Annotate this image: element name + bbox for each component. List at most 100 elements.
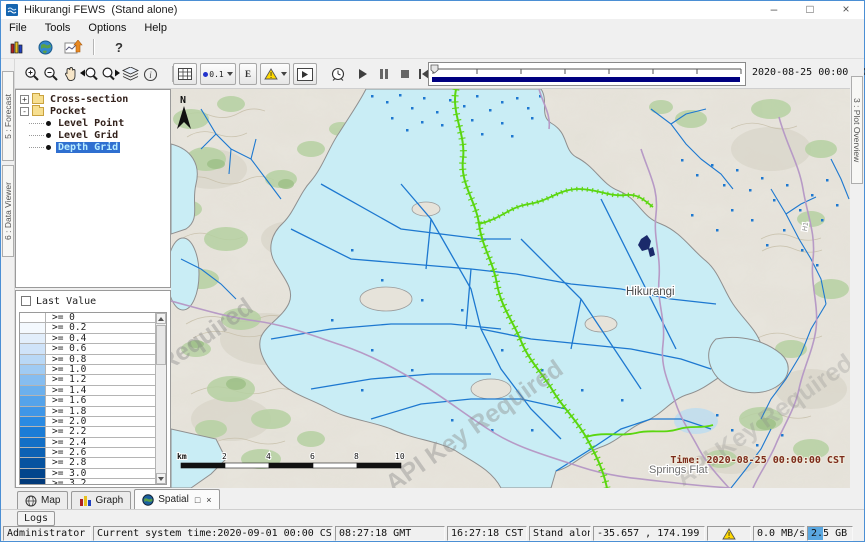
pan-hand-icon[interactable] <box>61 63 80 85</box>
data-explorer-icon[interactable] <box>5 38 29 57</box>
timeseries-chart-icon[interactable] <box>61 38 85 57</box>
tree-expander[interactable]: - <box>20 107 29 116</box>
help-button[interactable]: ? <box>107 38 131 57</box>
legend-row[interactable]: >= 1.8 <box>20 407 155 417</box>
legend-swatch <box>20 448 46 457</box>
legend-row[interactable]: >= 3.0 <box>20 469 155 479</box>
menu-tools[interactable]: Tools <box>37 22 81 34</box>
legend-swatch <box>20 365 46 374</box>
tree-label[interactable]: Pocket <box>48 106 88 117</box>
scroll-up-icon[interactable] <box>156 313 166 324</box>
scroll-down-icon[interactable] <box>156 473 166 484</box>
tree-label[interactable]: Level Point <box>56 118 126 129</box>
zoom-in-icon[interactable] <box>23 63 42 85</box>
layer-tree: + Cross-section - PocketLevel PointLevel Gr… <box>15 89 171 288</box>
tree-label[interactable]: Depth Grid <box>56 142 120 153</box>
legend-scrollbar[interactable] <box>155 313 166 484</box>
logs-button[interactable]: Logs <box>17 511 55 526</box>
play-button[interactable] <box>353 63 372 85</box>
legend-row[interactable]: >= 2.4 <box>20 438 155 448</box>
tree-item[interactable]: - Pocket <box>16 105 170 117</box>
legend-row[interactable]: >= 0 <box>20 313 155 323</box>
tab-graph[interactable]: Graph <box>71 491 131 509</box>
chevron-down-icon <box>227 72 233 76</box>
status-warning[interactable]: ! <box>707 526 751 541</box>
legend-row[interactable]: >= 1.4 <box>20 386 155 396</box>
maximize-button[interactable]: □ <box>792 1 828 19</box>
legend-row[interactable]: >= 2.8 <box>20 458 155 468</box>
tree-expander[interactable]: + <box>20 95 29 104</box>
globe-icon <box>25 495 37 507</box>
legend-label: >= 2.8 <box>46 458 155 467</box>
status-system-time: Current system time:2020-09-01 00:00 CST <box>93 526 333 541</box>
zoom-out-icon[interactable] <box>42 63 61 85</box>
legend-row[interactable]: >= 0.2 <box>20 323 155 333</box>
tab-spatial[interactable]: Spatial □ × <box>134 489 219 509</box>
tab-forecast[interactable]: 5 : Forecast <box>2 71 14 161</box>
tab-maximize-icon[interactable]: □ <box>195 495 200 505</box>
zoom-previous-icon[interactable] <box>80 63 99 85</box>
legend-row[interactable]: >= 0.6 <box>20 344 155 354</box>
legend-list: >= 0>= 0.2>= 0.4>= 0.6>= 0.8>= 1.0>= 1.2… <box>19 312 167 485</box>
svg-text:km: km <box>177 452 187 461</box>
legend-swatch <box>20 355 46 364</box>
tree-item[interactable]: Depth Grid <box>16 141 170 153</box>
legend-row[interactable]: >= 2.0 <box>20 417 155 427</box>
layers-icon[interactable] <box>121 63 140 85</box>
legend-label: >= 3.0 <box>46 469 155 478</box>
tab-plot-overview[interactable]: 3 : Plot Overview <box>851 76 863 184</box>
legend-row[interactable]: >= 2.6 <box>20 448 155 458</box>
menu-options[interactable]: Options <box>80 22 136 34</box>
grid-display-button[interactable] <box>173 63 197 85</box>
legend-label: >= 0 <box>46 313 155 322</box>
stop-button[interactable] <box>395 63 414 85</box>
zoom-next-icon[interactable] <box>101 63 120 85</box>
tab-close-icon[interactable]: × <box>206 495 211 505</box>
thresholds-dropdown[interactable]: ! <box>260 63 290 85</box>
legend-row[interactable]: >= 1.0 <box>20 365 155 375</box>
bullet-icon <box>46 133 51 138</box>
tab-data-viewer[interactable]: 6 : Data Viewer <box>2 165 14 257</box>
legend-row[interactable]: >= 0.4 <box>20 334 155 344</box>
legend-row[interactable]: >= 1.6 <box>20 396 155 406</box>
animation-window-button[interactable] <box>293 63 317 85</box>
tree-connector <box>29 135 44 136</box>
map-view[interactable]: API Key Required API Key Required API Ke… <box>171 89 850 488</box>
tree-item[interactable]: Level Point <box>16 117 170 129</box>
spatial-display-icon[interactable] <box>33 38 57 57</box>
scroll-thumb[interactable] <box>156 325 166 365</box>
legend-label: >= 2.4 <box>46 438 155 447</box>
labels-button[interactable]: E <box>239 63 257 85</box>
legend-panel: Last Value >= 0>= 0.2>= 0.4>= 0.6>= 0.8>… <box>15 290 171 488</box>
legend-row[interactable]: >= 0.8 <box>20 355 155 365</box>
tree-label[interactable]: Cross-section <box>48 94 130 105</box>
legend-label: >= 0.8 <box>46 355 155 364</box>
legend-row[interactable]: >= 1.2 <box>20 375 155 385</box>
menu-file[interactable]: File <box>1 22 37 34</box>
minimize-button[interactable]: – <box>756 1 792 19</box>
svg-text:6: 6 <box>310 452 315 461</box>
svg-text:2: 2 <box>222 452 227 461</box>
legend-label: >= 1.6 <box>46 396 155 405</box>
legend-label: >= 2.0 <box>46 417 155 426</box>
tree-item[interactable]: Level Grid <box>16 129 170 141</box>
close-button[interactable]: × <box>828 1 864 19</box>
bottom-tab-bar: Map Graph Spatial □ × <box>1 488 864 509</box>
map-canvas[interactable]: API Key Required API Key Required API Ke… <box>171 89 850 488</box>
animation-settings-clock-icon[interactable] <box>327 63 349 85</box>
pause-button[interactable] <box>374 63 393 85</box>
last-value-checkbox[interactable] <box>21 296 31 306</box>
contour-level-dropdown[interactable]: 0.1 <box>200 63 236 85</box>
menu-help[interactable]: Help <box>136 22 177 34</box>
time-slider[interactable] <box>428 62 746 86</box>
legend-label: >= 2.2 <box>46 427 155 436</box>
window-title: Hikurangi FEWS (Stand alone) <box>24 4 177 16</box>
level-dot-icon <box>203 72 208 77</box>
legend-row[interactable]: >= 2.2 <box>20 427 155 437</box>
status-bar: Administrator Current system time:2020-0… <box>1 526 864 542</box>
tab-map[interactable]: Map <box>17 491 68 509</box>
tree-item[interactable]: + Cross-section <box>16 93 170 105</box>
tree-label[interactable]: Level Grid <box>56 130 120 141</box>
legend-row[interactable]: >= 3.2 <box>20 479 155 485</box>
info-icon[interactable]: i <box>141 63 160 85</box>
